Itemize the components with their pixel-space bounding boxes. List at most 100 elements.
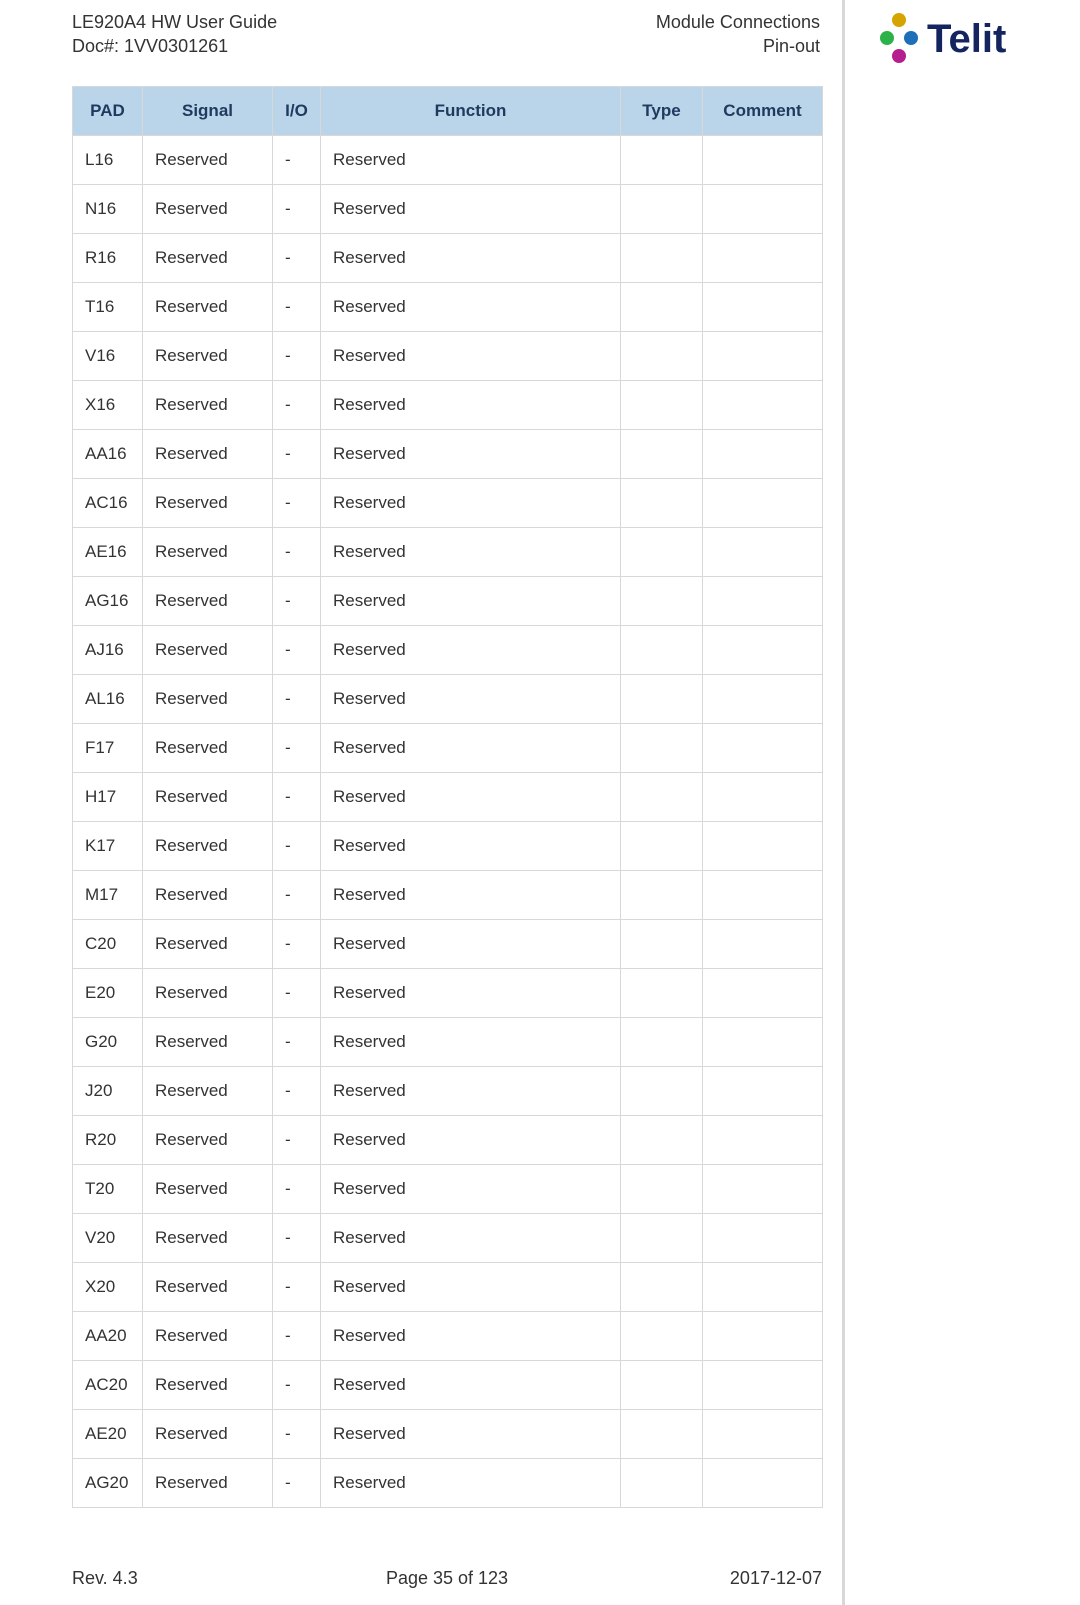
- cell-pad: C20: [73, 920, 143, 969]
- cell-pad: AC16: [73, 479, 143, 528]
- cell-function: Reserved: [321, 528, 621, 577]
- pinout-table: PAD Signal I/O Function Type Comment L16…: [72, 86, 823, 1508]
- cell-function: Reserved: [321, 675, 621, 724]
- cell-io: -: [273, 1361, 321, 1410]
- cell-io: -: [273, 1018, 321, 1067]
- col-header-pad: PAD: [73, 87, 143, 136]
- telit-logo-icon: Telit: [875, 8, 1065, 68]
- cell-type: [621, 626, 703, 675]
- cell-pad: AA16: [73, 430, 143, 479]
- cell-comment: [703, 773, 823, 822]
- cell-comment: [703, 234, 823, 283]
- cell-io: -: [273, 1312, 321, 1361]
- cell-pad: AL16: [73, 675, 143, 724]
- cell-pad: R16: [73, 234, 143, 283]
- cell-signal: Reserved: [143, 1361, 273, 1410]
- cell-pad: AE20: [73, 1410, 143, 1459]
- table-row: C20Reserved-Reserved: [73, 920, 823, 969]
- cell-type: [621, 1018, 703, 1067]
- cell-function: Reserved: [321, 773, 621, 822]
- cell-io: -: [273, 136, 321, 185]
- cell-comment: [703, 969, 823, 1018]
- cell-type: [621, 332, 703, 381]
- table-row: AA16Reserved-Reserved: [73, 430, 823, 479]
- header-right: Module Connections Pin-out: [560, 10, 820, 59]
- cell-type: [621, 773, 703, 822]
- cell-io: -: [273, 1459, 321, 1508]
- table-row: N16Reserved-Reserved: [73, 185, 823, 234]
- cell-function: Reserved: [321, 185, 621, 234]
- cell-signal: Reserved: [143, 969, 273, 1018]
- cell-io: -: [273, 528, 321, 577]
- cell-function: Reserved: [321, 332, 621, 381]
- cell-io: -: [273, 479, 321, 528]
- cell-type: [621, 577, 703, 626]
- cell-pad: F17: [73, 724, 143, 773]
- table-body: L16Reserved-ReservedN16Reserved-Reserved…: [73, 136, 823, 1508]
- table-row: T20Reserved-Reserved: [73, 1165, 823, 1214]
- cell-type: [621, 1312, 703, 1361]
- cell-function: Reserved: [321, 1116, 621, 1165]
- cell-pad: L16: [73, 136, 143, 185]
- cell-signal: Reserved: [143, 822, 273, 871]
- cell-type: [621, 234, 703, 283]
- cell-function: Reserved: [321, 822, 621, 871]
- svg-text:Telit: Telit: [927, 17, 1006, 61]
- cell-signal: Reserved: [143, 1116, 273, 1165]
- cell-pad: AJ16: [73, 626, 143, 675]
- cell-type: [621, 822, 703, 871]
- cell-comment: [703, 1116, 823, 1165]
- cell-function: Reserved: [321, 724, 621, 773]
- cell-io: -: [273, 1410, 321, 1459]
- table-row: AE20Reserved-Reserved: [73, 1410, 823, 1459]
- cell-signal: Reserved: [143, 1165, 273, 1214]
- cell-pad: AE16: [73, 528, 143, 577]
- cell-type: [621, 1165, 703, 1214]
- cell-comment: [703, 381, 823, 430]
- table-row: X16Reserved-Reserved: [73, 381, 823, 430]
- section-title: Module Connections: [560, 10, 820, 34]
- cell-pad: T16: [73, 283, 143, 332]
- cell-comment: [703, 1067, 823, 1116]
- cell-function: Reserved: [321, 920, 621, 969]
- cell-comment: [703, 528, 823, 577]
- cell-comment: [703, 1459, 823, 1508]
- cell-comment: [703, 136, 823, 185]
- table-row: AC20Reserved-Reserved: [73, 1361, 823, 1410]
- cell-comment: [703, 626, 823, 675]
- table-row: G20Reserved-Reserved: [73, 1018, 823, 1067]
- cell-function: Reserved: [321, 1459, 621, 1508]
- table-row: AJ16Reserved-Reserved: [73, 626, 823, 675]
- cell-comment: [703, 1165, 823, 1214]
- cell-io: -: [273, 969, 321, 1018]
- cell-function: Reserved: [321, 969, 621, 1018]
- cell-pad: T20: [73, 1165, 143, 1214]
- table-row: R20Reserved-Reserved: [73, 1116, 823, 1165]
- cell-comment: [703, 675, 823, 724]
- cell-pad: E20: [73, 969, 143, 1018]
- cell-io: -: [273, 332, 321, 381]
- cell-signal: Reserved: [143, 1312, 273, 1361]
- cell-comment: [703, 1361, 823, 1410]
- table-row: H17Reserved-Reserved: [73, 773, 823, 822]
- cell-comment: [703, 724, 823, 773]
- cell-signal: Reserved: [143, 479, 273, 528]
- cell-signal: Reserved: [143, 675, 273, 724]
- cell-signal: Reserved: [143, 136, 273, 185]
- table-row: AL16Reserved-Reserved: [73, 675, 823, 724]
- cell-signal: Reserved: [143, 577, 273, 626]
- cell-pad: M17: [73, 871, 143, 920]
- cell-function: Reserved: [321, 234, 621, 283]
- table-row: L16Reserved-Reserved: [73, 136, 823, 185]
- cell-pad: R20: [73, 1116, 143, 1165]
- cell-type: [621, 381, 703, 430]
- brand-logo: Telit: [875, 8, 1065, 68]
- cell-type: [621, 136, 703, 185]
- table-row: V20Reserved-Reserved: [73, 1214, 823, 1263]
- cell-type: [621, 528, 703, 577]
- cell-signal: Reserved: [143, 920, 273, 969]
- cell-signal: Reserved: [143, 626, 273, 675]
- cell-type: [621, 479, 703, 528]
- cell-signal: Reserved: [143, 1459, 273, 1508]
- cell-signal: Reserved: [143, 381, 273, 430]
